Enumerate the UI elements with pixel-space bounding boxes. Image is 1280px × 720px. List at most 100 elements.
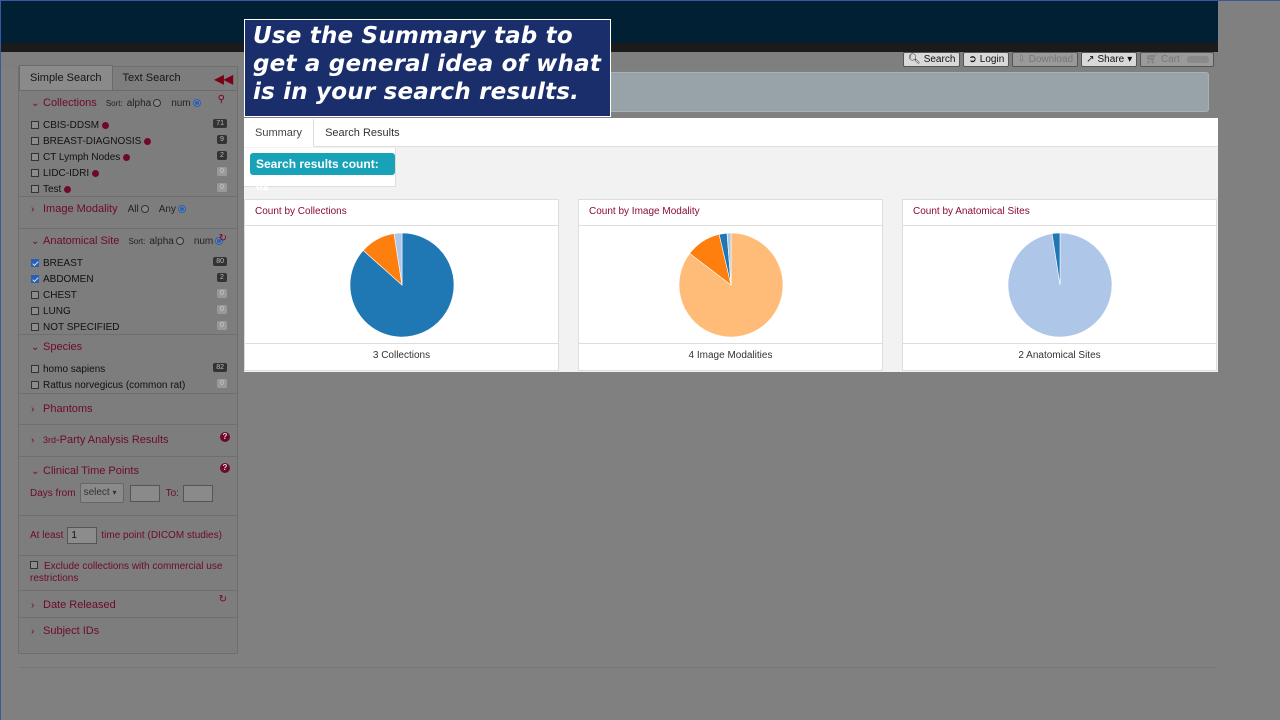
info-icon[interactable] — [92, 169, 100, 177]
anatomical-site-section: ⌄ Anatomical Site Sort: alpha num ↻ BREA… — [19, 229, 237, 335]
help-icon[interactable]: ? — [220, 463, 230, 473]
sort-alpha-option[interactable]: alpha — [149, 236, 184, 247]
phantoms-title: Phantoms — [43, 403, 93, 415]
modality-all-option[interactable]: All — [128, 204, 149, 215]
tab-simple-search[interactable]: Simple Search — [19, 65, 113, 90]
phantoms-header[interactable]: › Phantoms — [31, 401, 225, 417]
at-least-stepper[interactable]: 1 — [67, 526, 98, 544]
collections-pie-chart[interactable] — [349, 232, 455, 338]
item-checkbox[interactable] — [31, 185, 39, 193]
third-party-section: › 3rd-Party Analysis Results ? — [19, 425, 237, 457]
tab-text-search[interactable]: Text Search — [113, 66, 191, 90]
tab-search-results[interactable]: Search Results — [314, 119, 411, 146]
anatomical-chart-card: Count by Anatomical Sites 2 Anatomical S… — [902, 199, 1217, 371]
exclude-commercial-checkbox[interactable] — [30, 561, 38, 569]
login-button[interactable]: ➲ Login — [963, 52, 1010, 67]
tab-summary[interactable]: Summary — [244, 119, 315, 147]
list-item[interactable]: BREAST-DIAGNOSIS 9 — [31, 133, 227, 149]
item-label: CBIS-DDSM — [43, 119, 100, 131]
days-from-row: Days from select ▾ To: — [30, 483, 225, 503]
modality-pie-chart[interactable] — [678, 232, 784, 338]
clinical-time-points-header[interactable]: ⌄ Clinical Time Points — [31, 463, 225, 479]
sort-num-radio[interactable] — [192, 99, 201, 107]
item-count-badge: 0 — [217, 305, 227, 314]
list-item[interactable]: ABDOMEN 2 — [31, 271, 227, 287]
list-item[interactable]: Test 0 — [31, 181, 227, 197]
share-button[interactable]: ↗ Share ▾ — [1081, 52, 1138, 67]
results-tabs: Summary Search Results — [244, 118, 1218, 147]
anatomical-site-header[interactable]: ⌄ Anatomical Site Sort: alpha num — [31, 233, 225, 249]
results-panel: Summary Search Results Search results co… — [244, 118, 1218, 372]
date-released-header[interactable]: › Date Released — [31, 597, 225, 613]
download-button[interactable]: ⇩ Download — [1012, 52, 1079, 67]
list-item[interactable]: Rattus norvegicus (common rat) 0 — [31, 377, 227, 393]
list-item[interactable]: CBIS-DDSM 71 — [31, 117, 227, 133]
item-count-badge: 0 — [217, 167, 227, 176]
third-party-prefix: 3rd — [43, 435, 57, 445]
modality-all-radio[interactable] — [140, 205, 149, 213]
item-checkbox[interactable] — [31, 365, 39, 373]
chevron-down-icon: ⌄ — [31, 465, 40, 477]
item-label: NOT SPECIFIED — [43, 321, 120, 333]
item-checkbox[interactable] — [31, 323, 39, 331]
chevron-right-icon: › — [31, 434, 35, 446]
item-checkbox[interactable] — [31, 307, 39, 315]
list-item[interactable]: CHEST 0 — [31, 287, 227, 303]
sort-alpha-option[interactable]: alpha — [126, 97, 162, 109]
help-icon[interactable]: ? — [220, 432, 230, 442]
image-modality-header[interactable]: › Image Modality All Any — [31, 201, 225, 217]
clinical-time-points-section: ⌄ Clinical Time Points ? Days from selec… — [19, 457, 237, 516]
item-checkbox[interactable] — [31, 259, 39, 267]
modality-any-option[interactable]: Any — [159, 204, 186, 215]
item-checkbox[interactable] — [31, 121, 39, 129]
item-checkbox[interactable] — [31, 381, 39, 389]
days-from-select[interactable]: select ▾ — [79, 483, 124, 503]
reset-icon[interactable]: ↻ — [219, 233, 227, 244]
cart-button[interactable]: 🛒︎ Cart — [1140, 52, 1214, 67]
list-item[interactable]: homo sapiens 82 — [31, 361, 227, 377]
collections-header[interactable]: ⌄ Collections Sort: alpha num — [31, 95, 225, 111]
search-nav-button[interactable]: 🔍︎ Search — [903, 52, 961, 67]
item-label: CT Lymph Nodes — [43, 151, 121, 163]
info-icon[interactable] — [123, 153, 131, 161]
chart-footer: 3 Collections — [245, 343, 558, 370]
anatomical-pie-chart[interactable] — [1007, 232, 1113, 338]
subject-ids-header[interactable]: › Subject IDs — [31, 623, 225, 639]
results-count-badge: Search results count: 82 — [250, 153, 395, 193]
days-from-input[interactable] — [129, 484, 160, 502]
subject-ids-section: › Subject IDs — [19, 618, 237, 644]
days-to-input[interactable] — [182, 484, 213, 502]
chevron-down-icon: ⌄ — [31, 235, 40, 247]
chevron-right-icon: › — [31, 403, 35, 415]
species-header[interactable]: ⌄ Species — [31, 339, 225, 355]
list-item[interactable]: NOT SPECIFIED 0 — [31, 319, 227, 335]
sort-num-label: num — [193, 235, 214, 247]
list-item[interactable]: BREAST 80 — [31, 255, 227, 271]
list-item[interactable]: CT Lymph Nodes 2 — [31, 149, 227, 165]
info-icon[interactable] — [102, 121, 110, 129]
item-checkbox[interactable] — [31, 291, 39, 299]
collapse-sidebar-icon[interactable]: ◀◀ — [215, 72, 233, 86]
search-icon[interactable]: ⚲ — [218, 94, 225, 105]
sort-alpha-label: alpha — [126, 97, 152, 109]
sort-alpha-radio[interactable] — [153, 99, 162, 107]
third-party-header[interactable]: › 3rd-Party Analysis Results — [31, 432, 225, 448]
subject-ids-title: Subject IDs — [43, 625, 100, 637]
info-icon[interactable] — [64, 185, 72, 193]
species-section: ⌄ Species homo sapiens 82 Rattus norvegicu… — [19, 335, 237, 394]
item-checkbox[interactable] — [31, 153, 39, 161]
reset-icon[interactable]: ↻ — [219, 594, 227, 605]
sort-num-option[interactable]: num — [171, 98, 201, 109]
chevron-down-icon: ⌄ — [31, 341, 40, 353]
item-checkbox[interactable] — [31, 137, 39, 145]
item-checkbox[interactable] — [31, 275, 39, 283]
cart-count-badge — [1186, 56, 1209, 63]
exclude-commercial-row[interactable]: Exclude collections with commercial use … — [30, 561, 225, 585]
item-checkbox[interactable] — [31, 169, 39, 177]
modality-any-radio[interactable] — [177, 205, 186, 213]
sort-alpha-radio[interactable] — [175, 237, 184, 245]
list-item[interactable]: LIDC-IDRI 0 — [31, 165, 227, 181]
login-label: Login — [979, 54, 1005, 65]
list-item[interactable]: LUNG 0 — [31, 303, 227, 319]
info-icon[interactable] — [144, 137, 152, 145]
